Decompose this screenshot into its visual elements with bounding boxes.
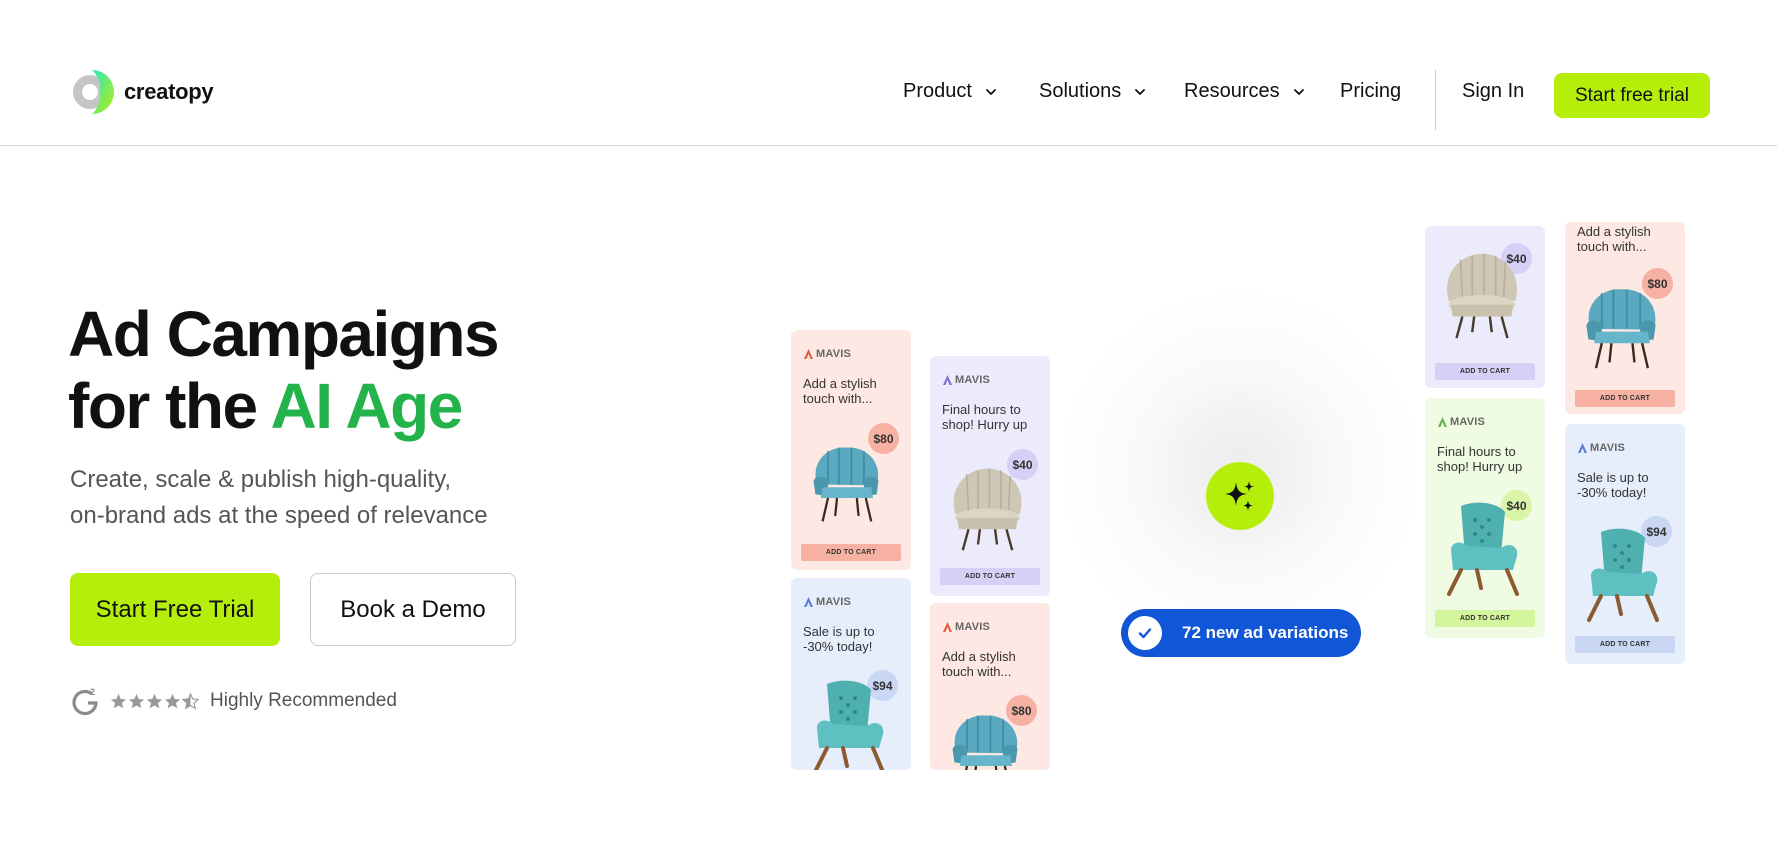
nav-product-label: Product: [903, 80, 972, 102]
card-headline: Add a stylish touch with...: [1577, 224, 1651, 254]
hero-title-highlight: AI Age: [270, 370, 464, 442]
nav-divider: [1435, 70, 1436, 130]
star-icon: [164, 693, 181, 708]
mavis-logo-icon: [943, 622, 952, 632]
nav-solutions-label: Solutions: [1039, 80, 1122, 102]
sign-in-label: Sign In: [1462, 80, 1525, 102]
card-brand: MAVIS: [942, 621, 990, 633]
card-headline: Sale is up to -30% today!: [803, 624, 875, 654]
card-brand-text: MAVIS: [816, 348, 852, 360]
chair-image: [1433, 244, 1531, 342]
ad-card: MAVIS Final hours to shop! Hurry up $40 …: [930, 356, 1050, 596]
add-to-cart-button[interactable]: ADD TO CART: [1575, 636, 1675, 653]
chair-image: [801, 435, 891, 525]
svg-text:2: 2: [90, 687, 95, 697]
hero-title-line2-prefix: for the: [68, 370, 271, 442]
chevron-down-icon: [986, 88, 996, 95]
hero-title-line1: Ad Campaigns: [68, 298, 500, 370]
chair-image: [1573, 276, 1669, 372]
card-headline: Final hours to shop! Hurry up: [1437, 444, 1523, 474]
hero-title: Ad Campaigns for the AI Age: [68, 298, 500, 442]
chair-image: [1571, 524, 1671, 624]
mavis-logo-icon: [943, 375, 952, 385]
hero-subtitle-line2: on-brand ads at the speed of relevance: [70, 502, 488, 529]
add-to-cart-button[interactable]: ADD TO CART: [1575, 390, 1675, 407]
add-to-cart-button[interactable]: ADD TO CART: [1435, 610, 1535, 627]
main-nav: Product Solutions Resources Pricing Sign…: [0, 80, 1777, 110]
card-brand: MAVIS: [1577, 442, 1625, 454]
ai-sparkle-badge: [1206, 462, 1274, 530]
chair-image: [940, 459, 1035, 554]
nav-pricing-label: Pricing: [1340, 80, 1402, 102]
mavis-logo-icon: [804, 597, 813, 607]
card-brand: MAVIS: [803, 596, 851, 608]
book-demo-button[interactable]: Book a Demo: [310, 573, 516, 646]
star-rating: [110, 692, 200, 710]
star-icon: [128, 693, 145, 708]
add-to-cart-button[interactable]: ADD TO CART: [801, 544, 901, 561]
card-headline: Final hours to shop! Hurry up: [942, 402, 1028, 432]
ad-card: MAVIS Final hours to shop! Hurry up $40 …: [1425, 398, 1545, 638]
card-headline: Add a stylish touch with...: [942, 649, 1016, 679]
ad-card: $40 ADD TO CART: [1425, 226, 1545, 388]
sign-in-link[interactable]: Sign In: [1462, 80, 1524, 103]
nav-resources-label: Resources: [1184, 80, 1280, 102]
card-brand-text: MAVIS: [1590, 442, 1626, 454]
card-headline: Sale is up to -30% today!: [1577, 470, 1649, 500]
card-brand: MAVIS: [803, 348, 851, 360]
mavis-logo-icon: [804, 349, 813, 359]
ad-card: MAVIS Sale is up to -30% today! $94 ADD …: [1565, 424, 1685, 664]
hero-subtitle-line1: Create, scale & publish high-quality,: [70, 466, 452, 493]
g2-icon: 2: [72, 687, 98, 716]
start-free-trial-hero-button[interactable]: Start Free Trial: [70, 573, 280, 646]
rating-label: Highly Recommended: [210, 690, 397, 711]
ad-variations-text: 72 new ad variations: [1182, 623, 1349, 642]
nav-product[interactable]: Product: [903, 80, 998, 103]
hero-subtitle: Create, scale & publish high-quality, on…: [70, 462, 570, 534]
nav-resources[interactable]: Resources: [1184, 80, 1306, 103]
check-icon: [1128, 616, 1162, 650]
star-icon: [146, 693, 163, 708]
chair-image: [940, 703, 1030, 770]
nav-solutions[interactable]: Solutions: [1039, 80, 1147, 103]
ad-card: MAVIS Add a stylish touch with... $80: [930, 603, 1050, 770]
chevron-down-icon: [1293, 88, 1304, 95]
add-to-cart-button[interactable]: ADD TO CART: [1435, 363, 1535, 380]
chevron-down-icon: [1135, 88, 1146, 95]
nav-pricing[interactable]: Pricing: [1340, 80, 1401, 103]
ad-card: Add a stylish touch with... $80 ADD TO C…: [1565, 222, 1685, 414]
mavis-logo-icon: [1438, 417, 1447, 427]
site-header: creatopy Product Solutions Resources Pri…: [0, 0, 1777, 146]
card-brand: MAVIS: [1437, 416, 1485, 428]
mavis-logo-icon: [1578, 443, 1587, 453]
card-brand-text: MAVIS: [955, 374, 991, 386]
start-free-trial-button[interactable]: Start free trial: [1554, 73, 1710, 118]
card-brand: MAVIS: [942, 374, 990, 386]
ad-card: MAVIS Sale is up to -30% today! $94: [791, 578, 911, 770]
card-headline: Add a stylish touch with...: [803, 376, 877, 406]
rating-row: 2 Highly Recommended: [70, 686, 397, 716]
ad-card: MAVIS Add a stylish touch with... $80 AD…: [791, 330, 911, 570]
ad-variations-pill: 72 new ad variations: [1121, 609, 1361, 657]
card-brand-text: MAVIS: [955, 621, 991, 633]
card-brand-text: MAVIS: [816, 596, 852, 608]
sparkles-icon: [1225, 481, 1254, 511]
half-star-icon: [182, 692, 199, 709]
chair-image: [797, 676, 897, 770]
card-brand-text: MAVIS: [1450, 416, 1486, 428]
add-to-cart-button[interactable]: ADD TO CART: [940, 568, 1040, 585]
chair-image: [1431, 498, 1531, 598]
star-icon: [110, 693, 127, 708]
